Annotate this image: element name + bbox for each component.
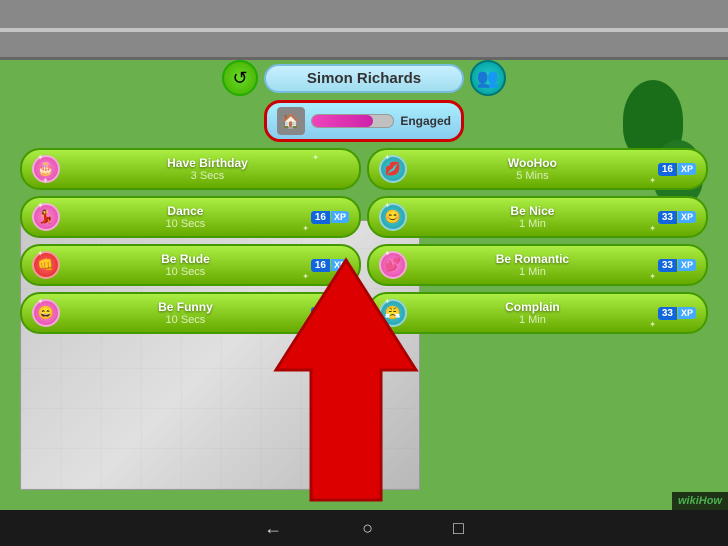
road [0,0,728,60]
android-navbar: ← ○ □ [0,510,728,546]
android-home-btn[interactable]: ○ [362,518,373,539]
relationship-progress-bg [311,114,394,128]
android-recent-btn[interactable]: □ [453,518,464,539]
relationship-status-label: Engaged [400,114,451,128]
wikihow-watermark: wikiHow [672,492,728,510]
relationship-progress-area: Engaged [311,114,451,128]
nice-xp: 33 XP [658,211,696,224]
back-icon[interactable]: ↺ [222,60,258,96]
woohoo-text: WooHoo 5 Mins [413,156,652,182]
relationship-progress-fill [312,115,373,127]
char-name-bar: Simon Richards [264,64,464,93]
dance-text: Dance 10 Secs [66,204,305,230]
relationship-icon: 🏠 [277,107,305,135]
complain-text: Complain 1 Min [413,300,652,326]
action-dance[interactable]: ✦ ✦ 💃 Dance 10 Secs 16 XP [20,196,361,238]
birthday-text: Have Birthday 3 Secs [66,156,349,182]
red-arrow [256,250,436,510]
wikihow-suffix: How [699,495,722,507]
android-back-btn[interactable]: ← [264,518,282,539]
char-header: ↺ Simon Richards 👥 [20,60,708,96]
relationship-container: 🏠 Engaged [20,100,708,142]
dance-xp: 16 XP [311,211,349,224]
road-line [0,28,728,32]
screenshot-container: ↺ Simon Richards 👥 🏠 Engaged [0,0,728,546]
complain-xp: 33 XP [658,307,696,320]
char-name: Simon Richards [290,70,438,87]
action-nice[interactable]: ✦ ✦ 😊 Be Nice 1 Min 33 XP [367,196,708,238]
romantic-text: Be Romantic 1 Min [413,252,652,278]
nice-text: Be Nice 1 Min [413,204,652,230]
romantic-xp: 33 XP [658,259,696,272]
wikihow-prefix: wiki [678,495,699,507]
action-woohoo[interactable]: ✦ ✦ 💋 WooHoo 5 Mins 16 XP [367,148,708,190]
woohoo-xp: 16 XP [658,163,696,176]
friends-icon[interactable]: 👥 [470,60,506,96]
action-birthday[interactable]: ✦ ✦ ✦ 🎂 Have Birthday 3 Secs [20,148,361,190]
relationship-bar: 🏠 Engaged [264,100,464,142]
